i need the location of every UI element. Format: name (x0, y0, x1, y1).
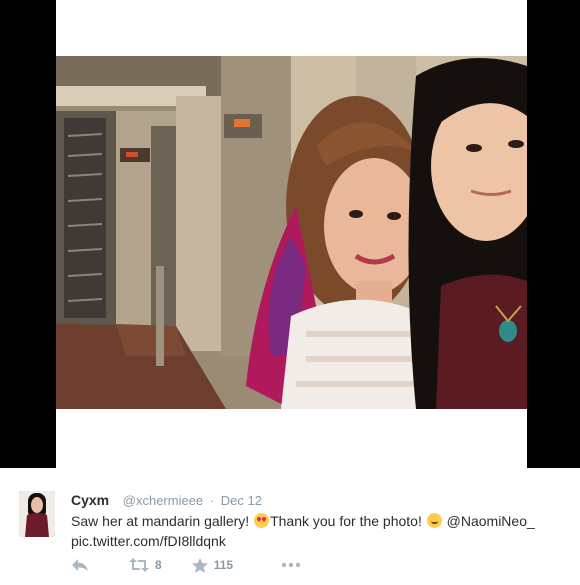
tweet-actions: 8 115 (71, 556, 301, 574)
star-icon (191, 557, 208, 573)
favorite-count: 115 (213, 558, 234, 572)
smiling-emoji-icon (426, 513, 442, 528)
tweet-photo[interactable] (56, 56, 527, 409)
media-viewer (0, 0, 580, 468)
reply-icon (72, 559, 88, 571)
reply-button[interactable] (71, 558, 89, 572)
photo-link[interactable]: pic.twitter.com/fDI8lldqnk (71, 533, 226, 549)
retweet-count: 8 (155, 558, 162, 572)
avatar[interactable] (19, 491, 55, 537)
retweet-icon (129, 558, 149, 572)
author-name[interactable]: Cyxm (71, 492, 109, 508)
tweet-header: Cyxm @xchermieee · Dec 12 (71, 492, 262, 509)
tweet-card: Cyxm @xchermieee · Dec 12 Saw her at man… (0, 468, 580, 585)
more-button[interactable] (281, 562, 301, 568)
author-handle[interactable]: @xchermieee (123, 493, 203, 508)
tweet-text-part1: Saw her at mandarin gallery! (71, 513, 254, 529)
tweet-text-part2: Thank you for the photo! (270, 513, 426, 529)
retweet-button[interactable]: 8 (129, 558, 162, 572)
mention-link[interactable]: @NaomiNeo_ (447, 513, 535, 529)
tweet-text: Saw her at mandarin gallery! Thank you f… (71, 511, 571, 551)
tweet-date[interactable]: Dec 12 (221, 493, 262, 508)
more-icon (281, 562, 301, 568)
separator-dot: · (209, 493, 215, 508)
heart-eyes-emoji-icon (254, 513, 270, 528)
photo-image (56, 56, 527, 409)
favorite-button[interactable]: 115 (191, 557, 234, 573)
